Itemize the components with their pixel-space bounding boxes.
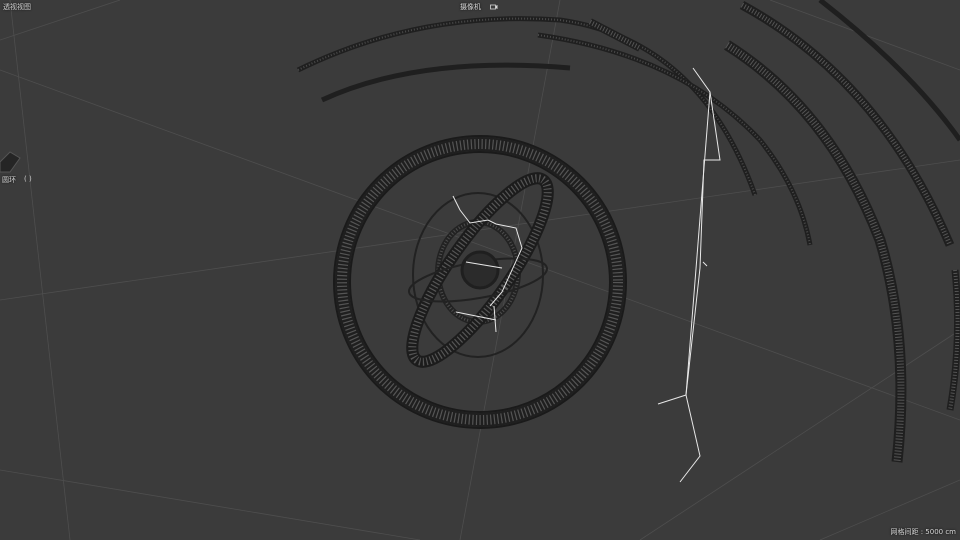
viewport-3d[interactable]: 透视视图 摄像机 圆环 ( ) 网格间距 : 5000 cm: [0, 0, 960, 540]
camera-label[interactable]: 摄像机: [460, 3, 481, 12]
inner-gyroscope[interactable]: [392, 163, 567, 378]
target-bracket-icon: ( ): [24, 175, 32, 183]
scene-canvas[interactable]: [0, 0, 960, 540]
grid-spacing-readout: 网格间距 : 5000 cm: [890, 528, 956, 536]
selected-object-label[interactable]: 圆环: [2, 176, 16, 185]
view-title[interactable]: 透视视图: [3, 3, 31, 12]
offscreen-object-fragment[interactable]: [0, 151, 21, 173]
camera-icon[interactable]: [490, 3, 498, 10]
